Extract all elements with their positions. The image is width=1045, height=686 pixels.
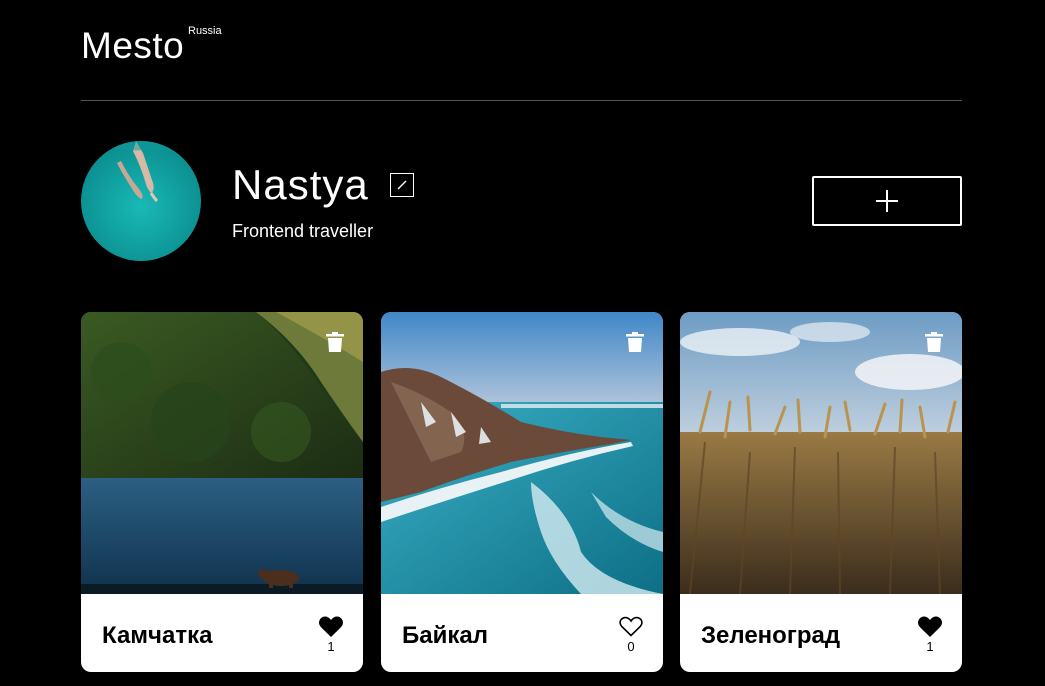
cards-grid: Камчатка 1 Байкал 0 Зеленоград 1 (81, 312, 962, 672)
trash-icon[interactable] (326, 332, 344, 352)
trash-icon[interactable] (925, 332, 943, 352)
avatar[interactable] (81, 141, 201, 261)
like-count: 1 (327, 639, 335, 654)
card-caption: Зеленоград 1 (680, 594, 962, 672)
heart-outline-icon[interactable] (619, 616, 643, 637)
page-header: Mesto Russia (81, 0, 962, 101)
edit-profile-button[interactable] (390, 173, 414, 197)
heart-filled-icon[interactable] (918, 616, 942, 637)
profile-name: Nastya (232, 161, 369, 208)
card-caption: Байкал 0 (381, 594, 663, 672)
card-title: Зеленоград (701, 622, 841, 649)
profile-about: Frontend traveller (232, 221, 374, 241)
card: Зеленоград 1 (680, 312, 962, 672)
like-group: 1 (318, 616, 344, 654)
card-caption: Камчатка 1 (81, 594, 363, 672)
trash-icon[interactable] (626, 332, 644, 352)
like-group: 1 (917, 616, 943, 654)
pencil-icon (397, 180, 407, 190)
like-count: 0 (627, 639, 635, 654)
like-group: 0 (618, 616, 644, 654)
card-image[interactable] (680, 312, 962, 594)
card-title: Байкал (402, 622, 488, 649)
add-card-button[interactable] (812, 176, 962, 226)
like-count: 1 (926, 639, 934, 654)
logo-superscript: Russia (188, 25, 222, 37)
card: Байкал 0 (381, 312, 663, 672)
profile: Nastya Frontend traveller (81, 141, 962, 261)
card: Камчатка 1 (81, 312, 363, 672)
card-image[interactable] (81, 312, 363, 594)
logo[interactable]: Mesto (81, 26, 184, 66)
card-image[interactable] (381, 312, 663, 594)
avatar-image (81, 141, 201, 261)
plus-icon (876, 190, 898, 212)
card-title: Камчатка (102, 622, 213, 649)
heart-filled-icon[interactable] (319, 616, 343, 637)
